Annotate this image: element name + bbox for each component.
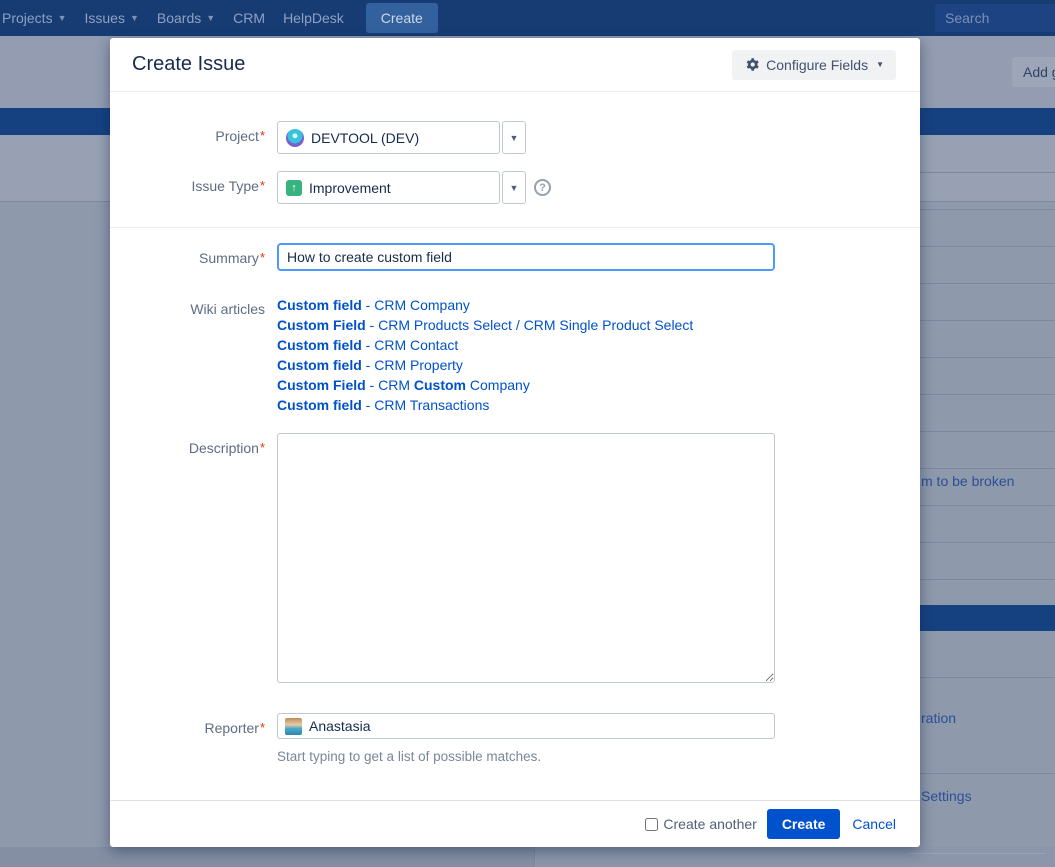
- chevron-down-icon: ▼: [206, 13, 215, 23]
- create-issue-dialog: Create Issue Configure Fields ▼ Project*…: [110, 38, 920, 847]
- reporter-field-row: Reporter*: [110, 713, 920, 739]
- summary-field-row: Summary*: [110, 243, 920, 271]
- bg-left-panel: [0, 847, 535, 867]
- wiki-articles-label: Wiki articles: [110, 295, 265, 415]
- nav-item-projects[interactable]: Projects ▼: [2, 10, 67, 26]
- issue-type-field-row: Issue Type* ↑ Improvement ▼ ?: [110, 171, 920, 204]
- nav-item-label: Projects: [2, 10, 53, 26]
- nav-item-helpdesk[interactable]: HelpDesk: [283, 10, 344, 26]
- nav-item-crm[interactable]: CRM: [233, 10, 265, 26]
- nav-create-button[interactable]: Create: [366, 3, 438, 33]
- project-select[interactable]: DEVTOOL (DEV) ▼: [277, 121, 526, 154]
- wiki-article-link-4[interactable]: Custom field - CRM Property: [277, 355, 693, 375]
- bg-right-panel: [536, 847, 1055, 867]
- create-another-checkbox[interactable]: [645, 818, 658, 831]
- chevron-down-icon: ▼: [130, 13, 139, 23]
- issue-type-select-text: Improvement: [309, 180, 391, 196]
- description-label: Description*: [110, 433, 265, 686]
- dialog-title: Create Issue: [132, 53, 245, 76]
- configure-fields-button[interactable]: Configure Fields ▼: [732, 50, 896, 80]
- summary-input[interactable]: [277, 243, 775, 271]
- top-nav-bar: Projects ▼ Issues ▼ Boards ▼ CRM HelpDesk Creat…: [0, 0, 1055, 36]
- bg-settings-link[interactable]: Settings: [921, 788, 972, 804]
- create-another-label: Create another: [663, 816, 756, 832]
- wiki-article-link-1[interactable]: Custom field - CRM Company: [277, 295, 693, 315]
- reporter-input-box[interactable]: [277, 713, 775, 739]
- bg-table-row-divider: [908, 853, 1046, 854]
- bg-configuration-link[interactable]: ration: [921, 710, 956, 726]
- dialog-body: Project* DEVTOOL (DEV) ▼ Issue Type* ↑ I…: [110, 92, 920, 764]
- issue-type-dropdown-button[interactable]: ▼: [502, 171, 526, 204]
- project-field-row: Project* DEVTOOL (DEV) ▼: [110, 121, 920, 154]
- wiki-article-link-3[interactable]: Custom field - CRM Contact: [277, 335, 693, 355]
- section-divider: [110, 227, 920, 228]
- issue-type-label: Issue Type*: [110, 171, 265, 204]
- project-select-value[interactable]: DEVTOOL (DEV): [277, 121, 500, 154]
- bg-issue-link[interactable]: m to be broken: [921, 473, 1014, 489]
- configure-fields-label: Configure Fields: [766, 57, 868, 73]
- nav-item-label: CRM: [233, 10, 265, 26]
- dialog-footer: Create another Create Cancel: [110, 800, 920, 847]
- project-label: Project*: [110, 121, 265, 154]
- issue-type-select[interactable]: ↑ Improvement ▼: [277, 171, 526, 204]
- nav-item-label: Boards: [157, 10, 201, 26]
- wiki-article-link-6[interactable]: Custom field - CRM Transactions: [277, 395, 693, 415]
- nav-item-label: HelpDesk: [283, 10, 344, 26]
- wiki-articles-links: Custom field - CRM CompanyCustom Field -…: [277, 295, 693, 415]
- nav-item-boards[interactable]: Boards ▼: [157, 10, 215, 26]
- wiki-articles-row: Wiki articles Custom field - CRM Company…: [110, 295, 920, 415]
- required-asterisk: *: [260, 440, 265, 455]
- cancel-link[interactable]: Cancel: [852, 816, 896, 832]
- wiki-article-link-2[interactable]: Custom Field - CRM Products Select / CRM…: [277, 315, 693, 335]
- improvement-icon: ↑: [286, 180, 302, 196]
- reporter-avatar: [285, 718, 302, 735]
- search-input[interactable]: [935, 4, 1055, 32]
- wiki-article-link-5[interactable]: Custom Field - CRM Custom Company: [277, 375, 693, 395]
- description-textarea[interactable]: [277, 433, 775, 683]
- dialog-header: Create Issue Configure Fields ▼: [110, 38, 920, 92]
- project-select-dropdown-button[interactable]: ▼: [502, 121, 526, 154]
- required-asterisk: *: [260, 720, 265, 735]
- chevron-down-icon: ▼: [876, 60, 884, 69]
- nav-item-issues[interactable]: Issues ▼: [85, 10, 139, 26]
- add-gadget-button[interactable]: Add g: [1012, 57, 1055, 87]
- create-button[interactable]: Create: [767, 809, 841, 839]
- nav-item-label: Issues: [85, 10, 125, 26]
- issue-type-select-value[interactable]: ↑ Improvement: [277, 171, 500, 204]
- project-avatar-icon: [286, 129, 304, 147]
- required-asterisk: *: [260, 128, 265, 143]
- reporter-hint-text: Start typing to get a list of possible m…: [277, 749, 920, 764]
- project-select-text: DEVTOOL (DEV): [311, 130, 419, 146]
- required-asterisk: *: [260, 178, 265, 193]
- help-question-icon[interactable]: ?: [534, 179, 551, 196]
- gear-icon: [744, 57, 759, 72]
- create-another-option[interactable]: Create another: [645, 816, 756, 832]
- required-asterisk: *: [260, 250, 265, 265]
- summary-label: Summary*: [110, 243, 265, 271]
- description-field-row: Description*: [110, 433, 920, 686]
- reporter-input[interactable]: [309, 718, 767, 734]
- reporter-label: Reporter*: [110, 713, 265, 739]
- chevron-down-icon: ▼: [58, 13, 67, 23]
